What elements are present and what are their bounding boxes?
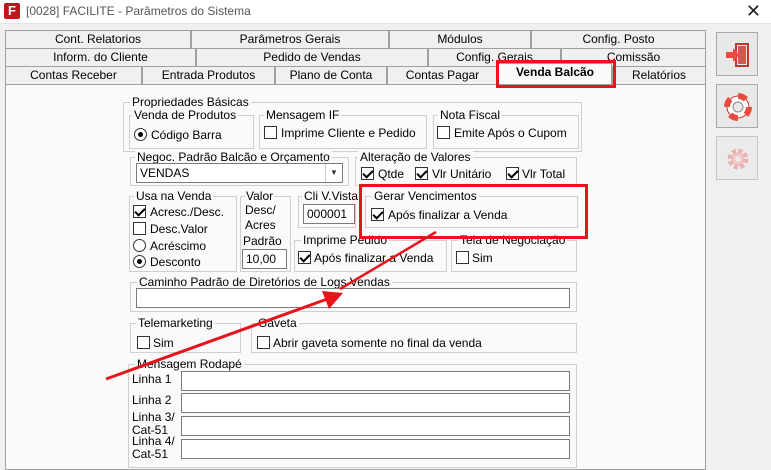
usa-na-venda-title: Usa na Venda: [134, 189, 214, 203]
tab-parametros-gerais[interactable]: Parâmetros Gerais: [191, 30, 389, 48]
qtde-label: Qtde: [378, 167, 405, 181]
imprime-cliente-pedido-label: Imprime Cliente e Pedido: [281, 126, 416, 140]
codigo-barra-radio[interactable]: [134, 128, 147, 141]
vlr-unitario-checkbox[interactable]: [415, 167, 428, 180]
tab-config-posto[interactable]: Config. Posto: [531, 30, 706, 48]
tab-cont-relatorios[interactable]: Cont. Relatorios: [5, 30, 191, 48]
mensagem-rodape-title: Mensagem Rodapé: [135, 357, 244, 371]
tela-negociacao-label: Sim: [472, 251, 493, 265]
window-title: [0028] FACILITE - Parâmetros do Sistema: [26, 4, 251, 18]
cli-vista-input[interactable]: 000001: [303, 204, 355, 224]
telemarketing-checkbox[interactable]: [137, 336, 150, 349]
acresc-desc-label: Acresc./Desc.: [150, 205, 225, 219]
tab-entrada-produtos[interactable]: Entrada Produtos: [142, 66, 275, 84]
linha-1-label: Linha 1: [132, 372, 172, 386]
linha-2-label: Linha 2: [132, 393, 172, 407]
linha-1-input[interactable]: [181, 371, 570, 391]
alteracao-valores-title: Alteração de Valores: [358, 150, 473, 164]
linha-2-input[interactable]: [181, 393, 570, 413]
acresc-desc-checkbox[interactable]: [133, 205, 146, 218]
negoc-padrao-title: Negoc. Padrão Balcão e Orçamento: [135, 150, 332, 164]
vlr-total-checkbox[interactable]: [506, 167, 519, 180]
valor-desc-title-3: Acres: [245, 218, 276, 232]
tab-relatorios[interactable]: Relatórios: [612, 66, 706, 84]
tab-plano-conta[interactable]: Plano de Conta: [275, 66, 387, 84]
vlr-total-label: Vlr Total: [522, 167, 566, 181]
nota-fiscal-title: Nota Fiscal: [438, 108, 503, 122]
gerar-vencimentos-title: Gerar Vencimentos: [372, 189, 479, 203]
tela-negociacao-group: Tela de Negociação: [451, 233, 577, 272]
mensagem-if-title: Mensagem IF: [264, 108, 342, 122]
tab-modulos[interactable]: Módulos: [389, 30, 531, 48]
propriedades-basicas-title: Propriedades Básicas: [130, 95, 251, 109]
valor-desc-title-1: Valor: [245, 189, 275, 203]
qtde-checkbox[interactable]: [361, 167, 374, 180]
exit-door-icon: [726, 43, 749, 67]
caminho-logs-input[interactable]: [136, 288, 570, 308]
tab-inform-cliente[interactable]: Inform. do Cliente: [5, 48, 196, 66]
gear-icon: [727, 148, 749, 170]
help-button[interactable]: [716, 84, 758, 128]
tela-negociacao-title: Tela de Negociação: [458, 233, 568, 247]
desconto-label: Desconto: [150, 255, 201, 269]
tab-venda-balcao[interactable]: Venda Balcão: [498, 63, 612, 84]
lifebuoy-icon: [724, 93, 752, 121]
imprime-pedido-checkbox[interactable]: [298, 251, 311, 264]
valor-desc-title-2: Desc/: [245, 203, 276, 217]
valor-desc-title-4: Padrão: [243, 234, 282, 248]
close-icon[interactable]: ✕: [746, 1, 761, 21]
negoc-padrao-select[interactable]: VENDAS ▼: [136, 163, 343, 183]
imprime-pedido-title: Imprime Pedido: [301, 233, 390, 247]
chevron-down-icon[interactable]: ▼: [325, 164, 342, 182]
exit-button[interactable]: [716, 32, 758, 76]
caminho-logs-title: Caminho Padrão de Diretórios de Logs Ven…: [137, 275, 392, 289]
tela-negociacao-checkbox[interactable]: [456, 251, 469, 264]
valor-desc-input[interactable]: 10,00: [242, 249, 287, 269]
imprime-pedido-label: Após finalizar a Venda: [314, 251, 434, 265]
telemarketing-label: Sim: [153, 336, 174, 350]
gerar-vencimentos-label: Após finalizar a Venda: [388, 208, 508, 222]
gerar-vencimentos-checkbox[interactable]: [371, 208, 384, 221]
linha-4-label: Linha 4/ Cat-51: [132, 434, 175, 461]
telemarketing-title: Telemarketing: [136, 316, 215, 330]
tab-contas-pagar[interactable]: Contas Pagar: [387, 66, 498, 84]
acrescimo-label: Acréscimo: [150, 239, 207, 253]
title-bar: F [0028] FACILITE - Parâmetros do Sistem…: [0, 0, 771, 24]
tab-pedido-vendas[interactable]: Pedido de Vendas: [196, 48, 428, 66]
vlr-unitario-label: Vlr Unitário: [432, 167, 492, 181]
tab-contas-receber[interactable]: Contas Receber: [5, 66, 142, 84]
emite-apos-cupom-checkbox[interactable]: [437, 126, 450, 139]
linha-4-input[interactable]: [181, 439, 570, 459]
negoc-padrao-value: VENDAS: [140, 166, 190, 180]
acrescimo-radio[interactable]: [133, 239, 146, 252]
venda-produtos-title: Venda de Produtos: [132, 108, 239, 122]
desconto-radio[interactable]: [133, 255, 146, 268]
linha-3-input[interactable]: [181, 416, 570, 436]
cli-vista-title: Cli V.Vista: [302, 189, 361, 203]
imprime-cliente-pedido-checkbox[interactable]: [264, 126, 277, 139]
gaveta-label: Abrir gaveta somente no final da venda: [273, 336, 482, 350]
gaveta-title: Gaveta: [256, 316, 299, 330]
emite-apos-cupom-label: Emite Após o Cupom: [454, 126, 567, 140]
app-logo-icon: F: [4, 3, 20, 19]
desc-valor-checkbox[interactable]: [133, 222, 146, 235]
codigo-barra-label: Código Barra: [151, 128, 222, 142]
gaveta-checkbox[interactable]: [257, 336, 270, 349]
desc-valor-label: Desc.Valor: [150, 222, 208, 236]
settings-button[interactable]: [716, 136, 758, 180]
